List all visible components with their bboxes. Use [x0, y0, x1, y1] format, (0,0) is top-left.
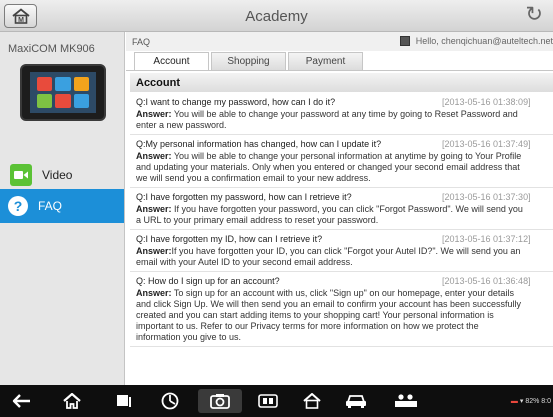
home-icon: [63, 393, 81, 409]
faq-question: Q: How do I sign up for an account? [201…: [136, 275, 553, 287]
faq-date: [2013-05-16 01:37:49]: [442, 139, 531, 149]
faq-answer: Answer: To sign up for an account with u…: [136, 288, 553, 298]
sidebar-item-faq[interactable]: ? FAQ: [0, 189, 124, 223]
faq-question-text: Q:I want to change my password, how can …: [136, 97, 336, 107]
battery-icon: ▬: [510, 398, 518, 405]
faq-item[interactable]: Q:My personal information has changed, h…: [130, 135, 553, 188]
tab-payment[interactable]: Payment: [288, 52, 363, 70]
status-bar: ▬ ▾ 82% 8:0: [511, 397, 551, 405]
answer-label: Answer:: [136, 151, 172, 161]
faq-item[interactable]: Q:I want to change my password, how can …: [130, 93, 553, 135]
faq-item[interactable]: Q: How do I sign up for an account? [201…: [130, 272, 553, 347]
answer-line: email with your Autel ID to your second …: [136, 257, 353, 267]
faq-question: Q:I have forgotten my password, how can …: [136, 191, 553, 203]
faq-date: [2013-05-16 01:36:48]: [442, 276, 531, 286]
faq-answer: Answer: If you have forgotten your passw…: [136, 204, 553, 214]
answer-line: important to us. Refer to our Privacy te…: [136, 321, 479, 331]
faq-answer: Answer:If you have forgotten your ID, yo…: [136, 246, 553, 256]
answer-label: Answer:: [136, 246, 172, 256]
refresh-icon[interactable]: ↻: [525, 3, 543, 27]
faq-question-text: Q:My personal information has changed, h…: [136, 139, 382, 149]
sidebar-item-label: FAQ: [38, 199, 63, 213]
tab-account[interactable]: Account: [134, 52, 209, 70]
wifi-icon: ▾: [519, 398, 524, 405]
browser-icon: [161, 392, 179, 410]
section-title: Account: [130, 73, 553, 92]
user-greeting: Hello, chenqichuan@auteltech.net: [415, 36, 553, 46]
status-text: 82% 8:0: [525, 398, 551, 405]
answer-line: To sign up for an account with us, click…: [171, 288, 514, 298]
vehicle-button[interactable]: [344, 389, 368, 413]
answer-line: a URL to your primary email address to r…: [136, 215, 379, 225]
answer-line: information you give to us.: [136, 332, 242, 342]
main-panel: FAQ Hello, chenqichuan@auteltech.net Acc…: [126, 32, 553, 385]
answer-label: Answer:: [136, 204, 172, 214]
device-image: [20, 64, 106, 121]
vci-button[interactable]: [256, 389, 280, 413]
faq-date: [2013-05-16 01:37:30]: [442, 192, 531, 202]
tab-divider: [126, 70, 553, 71]
video-icon: [10, 164, 32, 186]
faq-date: [2013-05-16 01:37:12]: [442, 234, 531, 244]
answer-line: You will be able to change your personal…: [171, 151, 522, 161]
remote-desk-button[interactable]: [392, 389, 420, 413]
maxi-home-icon: [303, 393, 321, 409]
camera-button[interactable]: [198, 389, 242, 413]
system-nav-bar: ▬ ▾ 82% 8:0: [0, 385, 553, 417]
device-screen: [30, 72, 96, 113]
sidebar-item-video[interactable]: Video: [0, 158, 124, 192]
faq-answer: Answer: You will be able to change your …: [136, 109, 553, 119]
car-icon: [346, 395, 366, 408]
recent-apps-icon: [117, 395, 131, 407]
sidebar-item-label: Video: [42, 168, 73, 182]
user-info: Hello, chenqichuan@auteltech.net: [399, 36, 553, 46]
back-button[interactable]: [8, 389, 36, 413]
faq-question: Q:I want to change my password, how can …: [136, 96, 553, 108]
faq-question-text: Q:I have forgotten my ID, how can I retr…: [136, 234, 323, 244]
answer-line: You will be able to change your password…: [171, 109, 518, 119]
faq-question: Q:My personal information has changed, h…: [136, 138, 553, 150]
faq-answer: Answer: You will be able to change your …: [136, 151, 553, 161]
tab-shopping[interactable]: Shopping: [211, 52, 286, 70]
answer-line: If you have forgotten your ID, you can c…: [171, 246, 521, 256]
title-bar: M Academy ↻: [0, 0, 553, 32]
answer-line: created and you can start adding items t…: [136, 310, 494, 320]
answer-label: Answer:: [136, 109, 172, 119]
breadcrumb: FAQ: [132, 37, 151, 47]
device-name: MaxiCOM MK906: [8, 43, 95, 55]
remote-desk-icon: [395, 394, 417, 407]
answer-line: enter a new password.: [136, 120, 227, 130]
faq-item[interactable]: Q:I have forgotten my ID, how can I retr…: [130, 230, 553, 272]
faq-question-text: Q:I have forgotten my password, how can …: [136, 192, 352, 202]
help-icon: ?: [8, 196, 28, 216]
faq-item[interactable]: Q:I have forgotten my password, how can …: [130, 188, 553, 230]
answer-line: and click Sign Up. We will then send you…: [136, 299, 522, 309]
camera-icon: [210, 394, 230, 409]
answer-line: and updating your materials. Only when y…: [136, 162, 520, 172]
vci-icon: [258, 394, 278, 408]
browser-button[interactable]: [158, 389, 182, 413]
faq-question-text: Q: How do I sign up for an account?: [136, 276, 280, 286]
tab-bar: Account Shopping Payment: [134, 52, 365, 70]
app-title: Academy: [245, 8, 308, 25]
sidebar: MaxiCOM MK906 Video ? FAQ: [0, 32, 125, 385]
faq-question: Q:I have forgotten my ID, how can I retr…: [136, 233, 553, 245]
faq-list[interactable]: Q:I want to change my password, how can …: [130, 93, 553, 347]
answer-line: we will send you a confirmation email to…: [136, 173, 371, 183]
user-icon: [399, 36, 410, 46]
answer-line: If you have forgotten your password, you…: [171, 204, 523, 214]
answer-label: Answer:: [136, 288, 172, 298]
faq-date: [2013-05-16 01:38:09]: [442, 97, 531, 107]
maxi-home-button[interactable]: [300, 389, 324, 413]
recent-apps-button[interactable]: [112, 389, 136, 413]
home-nav-button[interactable]: [58, 389, 86, 413]
back-arrow-icon: [12, 394, 30, 408]
breadcrumb-bar: FAQ Hello, chenqichuan@auteltech.net: [126, 32, 553, 51]
